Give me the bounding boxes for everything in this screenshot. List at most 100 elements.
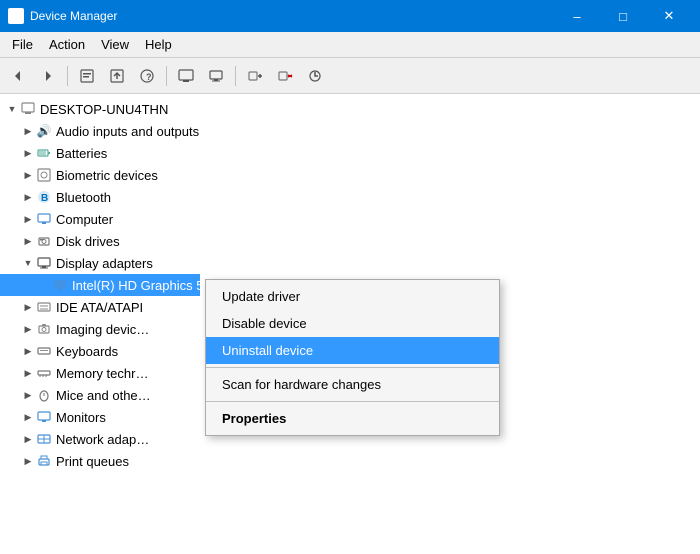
maximize-button[interactable]: □ [600,0,646,32]
expand-arrow-keyboards: ▶ [20,343,36,359]
app-icon [8,8,24,24]
device-view-button[interactable] [172,63,200,89]
main-content: ▼ DESKTOP-UNU4THN ▶ 🔊 Audio inputs and o… [0,94,700,554]
display-icon [36,255,52,271]
scan-button[interactable] [301,63,329,89]
forward-button[interactable] [34,63,62,89]
ctx-separator-2 [206,401,499,402]
tree-label-network: Network adap… [56,432,149,447]
close-button[interactable]: ✕ [646,0,692,32]
expand-arrow-print: ▶ [20,453,36,469]
ctx-disable-device[interactable]: Disable device [206,310,499,337]
monitors-icon [36,409,52,425]
tree-label-monitors: Monitors [56,410,106,425]
tree-label-print: Print queues [56,454,129,469]
expand-arrow-memory: ▶ [20,365,36,381]
remove-button[interactable] [271,63,299,89]
tree-label-mice: Mice and othe… [56,388,151,403]
toolbar: ? [0,58,700,94]
tree-root-label: DESKTOP-UNU4THN [40,102,168,117]
tree-label-disk: Disk drives [56,234,120,249]
tree-root[interactable]: ▼ DESKTOP-UNU4THN [0,98,200,120]
tree-item-mice[interactable]: ▶ Mice and othe… [0,384,200,406]
tree-label-computer: Computer [56,212,113,227]
expand-arrow-batteries: ▶ [20,145,36,161]
tree-label-imaging: Imaging devic… [56,322,149,337]
ctx-uninstall-device[interactable]: Uninstall device [206,337,499,364]
tree-label-intel: Intel(R) HD Graphics 5500 [72,278,225,293]
tree-item-disk[interactable]: ▶ Disk drives [0,230,200,252]
toolbar-separator-2 [166,66,167,86]
tree-item-network[interactable]: ▶ Network adap… [0,428,200,450]
keyboard-icon [36,343,52,359]
expand-arrow-imaging: ▶ [20,321,36,337]
menu-view[interactable]: View [93,34,137,55]
ctx-scan-hardware[interactable]: Scan for hardware changes [206,371,499,398]
window-title: Device Manager [30,9,554,23]
tree-label-keyboards: Keyboards [56,344,118,359]
expand-arrow-monitors: ▶ [20,409,36,425]
device-tree: ▼ DESKTOP-UNU4THN ▶ 🔊 Audio inputs and o… [0,94,200,476]
network-icon [36,431,52,447]
tree-item-audio[interactable]: ▶ 🔊 Audio inputs and outputs [0,120,200,142]
ctx-separator-1 [206,367,499,368]
tree-item-keyboards[interactable]: ▶ Keyboards [0,340,200,362]
expand-arrow-ide: ▶ [20,299,36,315]
toolbar-separator-3 [235,66,236,86]
svg-text:?: ? [146,72,152,82]
toolbar-separator-1 [67,66,68,86]
menu-bar: File Action View Help [0,32,700,58]
tree-label-ide: IDE ATA/ATAPI [56,300,143,315]
tree-item-intel-graphics[interactable]: ▶ Intel(R) HD Graphics 5500 [0,274,200,296]
tree-label-bluetooth: Bluetooth [56,190,111,205]
back-button[interactable] [4,63,32,89]
menu-help[interactable]: Help [137,34,180,55]
tree-label-batteries: Batteries [56,146,107,161]
menu-action[interactable]: Action [41,34,93,55]
memory-icon [36,365,52,381]
tree-item-print[interactable]: ▶ Print queues [0,450,200,472]
battery-icon [36,145,52,161]
monitor-button[interactable] [202,63,230,89]
tree-item-ide[interactable]: ▶ IDE ATA/ATAPI [0,296,200,318]
tree-item-biometric[interactable]: ▶ Biometric devices [0,164,200,186]
tree-label-display-adapters: Display adapters [56,256,153,271]
intel-icon [52,277,68,293]
ctx-update-driver[interactable]: Update driver [206,283,499,310]
tree-item-computer[interactable]: ▶ Computer [0,208,200,230]
expand-arrow-network: ▶ [20,431,36,447]
biometric-icon [36,167,52,183]
tree-item-monitors[interactable]: ▶ Monitors [0,406,200,428]
expand-arrow-disk: ▶ [20,233,36,249]
expand-arrow-display: ▼ [20,255,36,271]
tree-item-bluetooth[interactable]: ▶ B Bluetooth [0,186,200,208]
mouse-icon [36,387,52,403]
expand-arrow-biometric: ▶ [20,167,36,183]
tree-item-memory[interactable]: ▶ Memory techr… [0,362,200,384]
properties-button[interactable] [73,63,101,89]
tree-item-batteries[interactable]: ▶ Batteries [0,142,200,164]
minimize-button[interactable]: – [554,0,600,32]
info-button[interactable]: ? [133,63,161,89]
tree-item-imaging[interactable]: ▶ Imaging devic… [0,318,200,340]
expand-arrow-root: ▼ [4,101,20,117]
tree-label-biometric: Biometric devices [56,168,158,183]
svg-text:B: B [41,193,48,204]
expand-arrow-bluetooth: ▶ [20,189,36,205]
expand-arrow-computer: ▶ [20,211,36,227]
context-menu: Update driver Disable device Uninstall d… [205,279,500,436]
window-controls: – □ ✕ [554,0,692,32]
monitor-icon [36,211,52,227]
expand-arrow-mice: ▶ [20,387,36,403]
title-bar: Device Manager – □ ✕ [0,0,700,32]
ctx-properties[interactable]: Properties [206,405,499,432]
add-hardware-button[interactable] [241,63,269,89]
tree-item-display-adapters[interactable]: ▼ Display adapters [0,252,200,274]
tree-label-audio: Audio inputs and outputs [56,124,199,139]
menu-file[interactable]: File [4,34,41,55]
audio-icon: 🔊 [36,123,52,139]
update-driver-button[interactable] [103,63,131,89]
print-icon [36,453,52,469]
computer-icon [20,101,36,117]
tree-label-memory: Memory techr… [56,366,148,381]
